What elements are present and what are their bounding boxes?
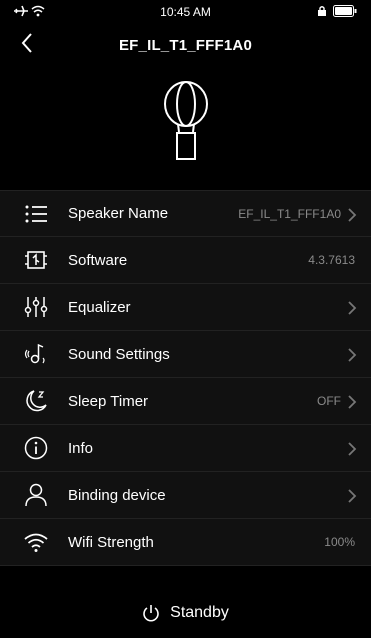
equalizer-row[interactable]: Equalizer [0,284,371,331]
sound-settings-row[interactable]: Sound Settings [0,331,371,378]
speaker-name-value: EF_IL_T1_FFF1A0 [238,206,341,221]
status-bar: 10:45 AM [0,0,371,24]
binding-device-row[interactable]: Binding device [0,472,371,519]
wifi-icon [24,533,48,552]
sleep-timer-row[interactable]: Sleep Timer OFF [0,378,371,425]
equalizer-icon [24,297,48,317]
chip-icon [25,251,47,269]
balloon-speaker-icon [164,81,208,160]
binding-device-label: Binding device [68,486,166,504]
wifi-strength-row: Wifi Strength 100% [0,519,371,566]
chevron-right-icon [348,489,357,503]
device-image [160,80,212,162]
sleep-timer-value: OFF [317,394,341,408]
software-label: Software [68,251,128,269]
info-row[interactable]: Info [0,425,371,472]
wifi-strength-value: 100% [324,535,355,549]
chevron-right-icon [348,348,357,362]
moon-icon [26,390,47,412]
chevron-right-icon [348,208,357,222]
battery-icon [333,5,357,17]
chevron-right-icon [348,301,357,315]
header: EF_IL_T1_FFF1A0 [0,24,371,68]
sound-note-icon [24,343,45,364]
user-icon [25,483,47,507]
speaker-name-label: Speaker Name [68,205,169,222]
chevron-right-icon [348,442,357,456]
standby-label: Standby [170,604,229,621]
settings-list: Speaker Name EF_IL_T1_FFF1A0 Software 4.… [0,190,371,566]
software-row: Software 4.3.7613 [0,237,371,284]
standby-button[interactable]: Standby [0,600,371,626]
wifi-strength-label: Wifi Strength [68,533,154,551]
status-time: 10:45 AM [160,5,211,19]
chevron-right-icon [348,395,357,409]
software-value: 4.3.7613 [308,253,355,267]
power-icon [143,605,159,622]
list-icon [25,205,47,223]
info-icon [24,436,48,460]
speaker-name-row[interactable]: Speaker Name EF_IL_T1_FFF1A0 [0,190,371,237]
page-title: EF_IL_T1_FFF1A0 [118,37,253,54]
status-right [317,5,357,17]
sound-settings-label: Sound Settings [68,345,170,363]
lock-icon [318,6,326,16]
sleep-timer-label: Sleep Timer [68,392,149,410]
equalizer-label: Equalizer [68,298,131,316]
info-label: Info [68,439,94,457]
